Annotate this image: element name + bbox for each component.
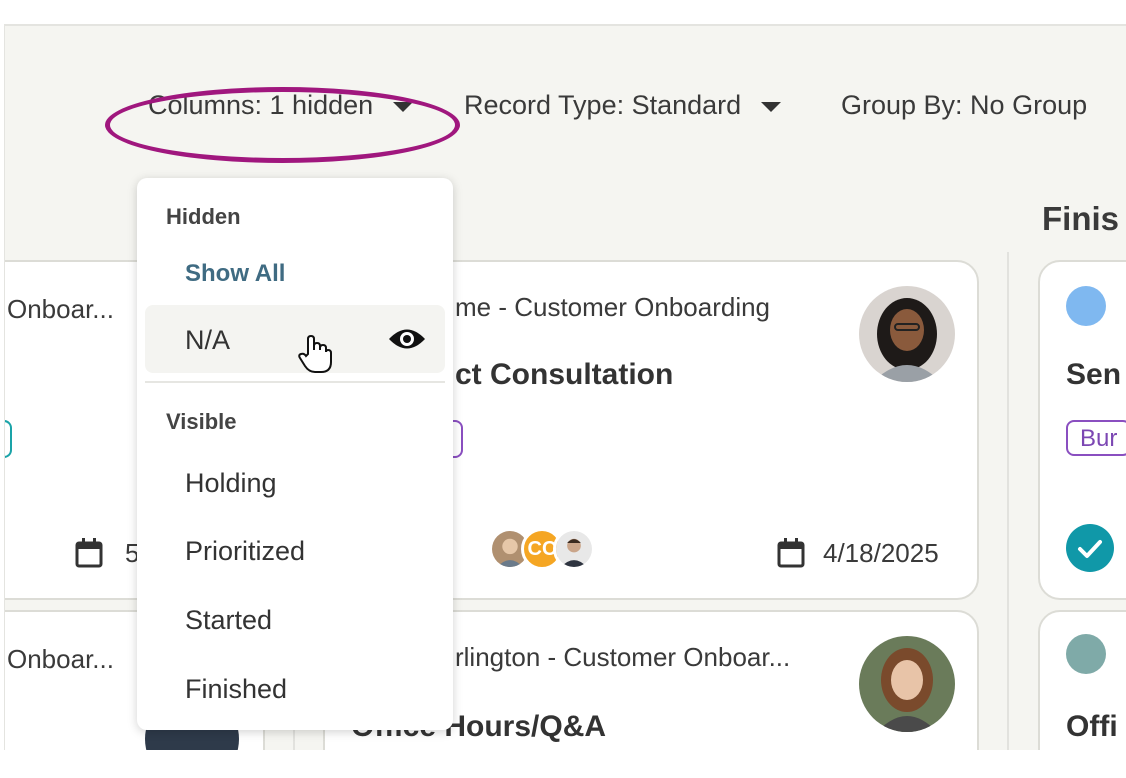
- avatar: [859, 286, 955, 382]
- task-card[interactable]: Offi: [1038, 610, 1126, 750]
- task-card[interactable]: Sen Bur: [1038, 260, 1126, 600]
- card-tag: [5, 420, 12, 458]
- column-divider: [1007, 252, 1009, 750]
- annotation-highlight-ellipse: [105, 87, 460, 163]
- status-dot: [1066, 634, 1106, 674]
- check-icon[interactable]: [1066, 524, 1114, 572]
- show-all-button[interactable]: Show All: [185, 260, 285, 288]
- app-board: Columns: 1 hidden Record Type: Standard …: [4, 24, 1126, 750]
- avatar: [859, 636, 955, 732]
- group-by-label: Group By: No Group: [841, 90, 1088, 120]
- hidden-column-item-na[interactable]: N/A: [145, 305, 445, 373]
- card-due-date: 4/18/2025: [823, 538, 939, 568]
- pointer-hand-icon: [298, 334, 332, 373]
- column-header-finished: Finis: [1042, 200, 1120, 237]
- visible-section-heading: Visible: [166, 409, 237, 434]
- visible-column-prioritized[interactable]: Prioritized: [185, 536, 305, 567]
- card-title: Sen: [1066, 358, 1122, 391]
- visible-column-holding[interactable]: Holding: [185, 468, 277, 499]
- group-by-filter-button[interactable]: Group By: No Group: [841, 90, 1087, 121]
- card-title: ct Consultation: [455, 358, 674, 391]
- visible-column-started[interactable]: Started: [185, 605, 272, 636]
- card-company: rlington - Customer Onboar...: [455, 642, 791, 672]
- card-title: Offi: [1066, 710, 1118, 743]
- eye-icon[interactable]: [388, 326, 426, 352]
- menu-divider: [145, 381, 445, 383]
- hidden-column-label: N/A: [185, 325, 231, 355]
- chevron-down-icon: [761, 102, 782, 112]
- calendar-icon: [777, 538, 805, 568]
- columns-dropdown-menu: Hidden Show All N/A Visible Holding Prio…: [137, 178, 453, 730]
- status-dot: [1066, 286, 1106, 326]
- card-company: me - Customer Onboarding: [455, 292, 771, 322]
- card-company: Onboar...: [7, 294, 114, 324]
- avatar: [553, 528, 595, 570]
- card-tag: Bur: [1066, 420, 1126, 456]
- calendar-icon: [75, 538, 103, 568]
- visible-column-finished[interactable]: Finished: [185, 674, 287, 705]
- hidden-section-heading: Hidden: [166, 204, 241, 229]
- card-company: Onboar...: [7, 644, 114, 674]
- record-type-filter-button[interactable]: Record Type: Standard: [464, 90, 782, 121]
- record-type-label: Record Type: Standard: [464, 90, 742, 120]
